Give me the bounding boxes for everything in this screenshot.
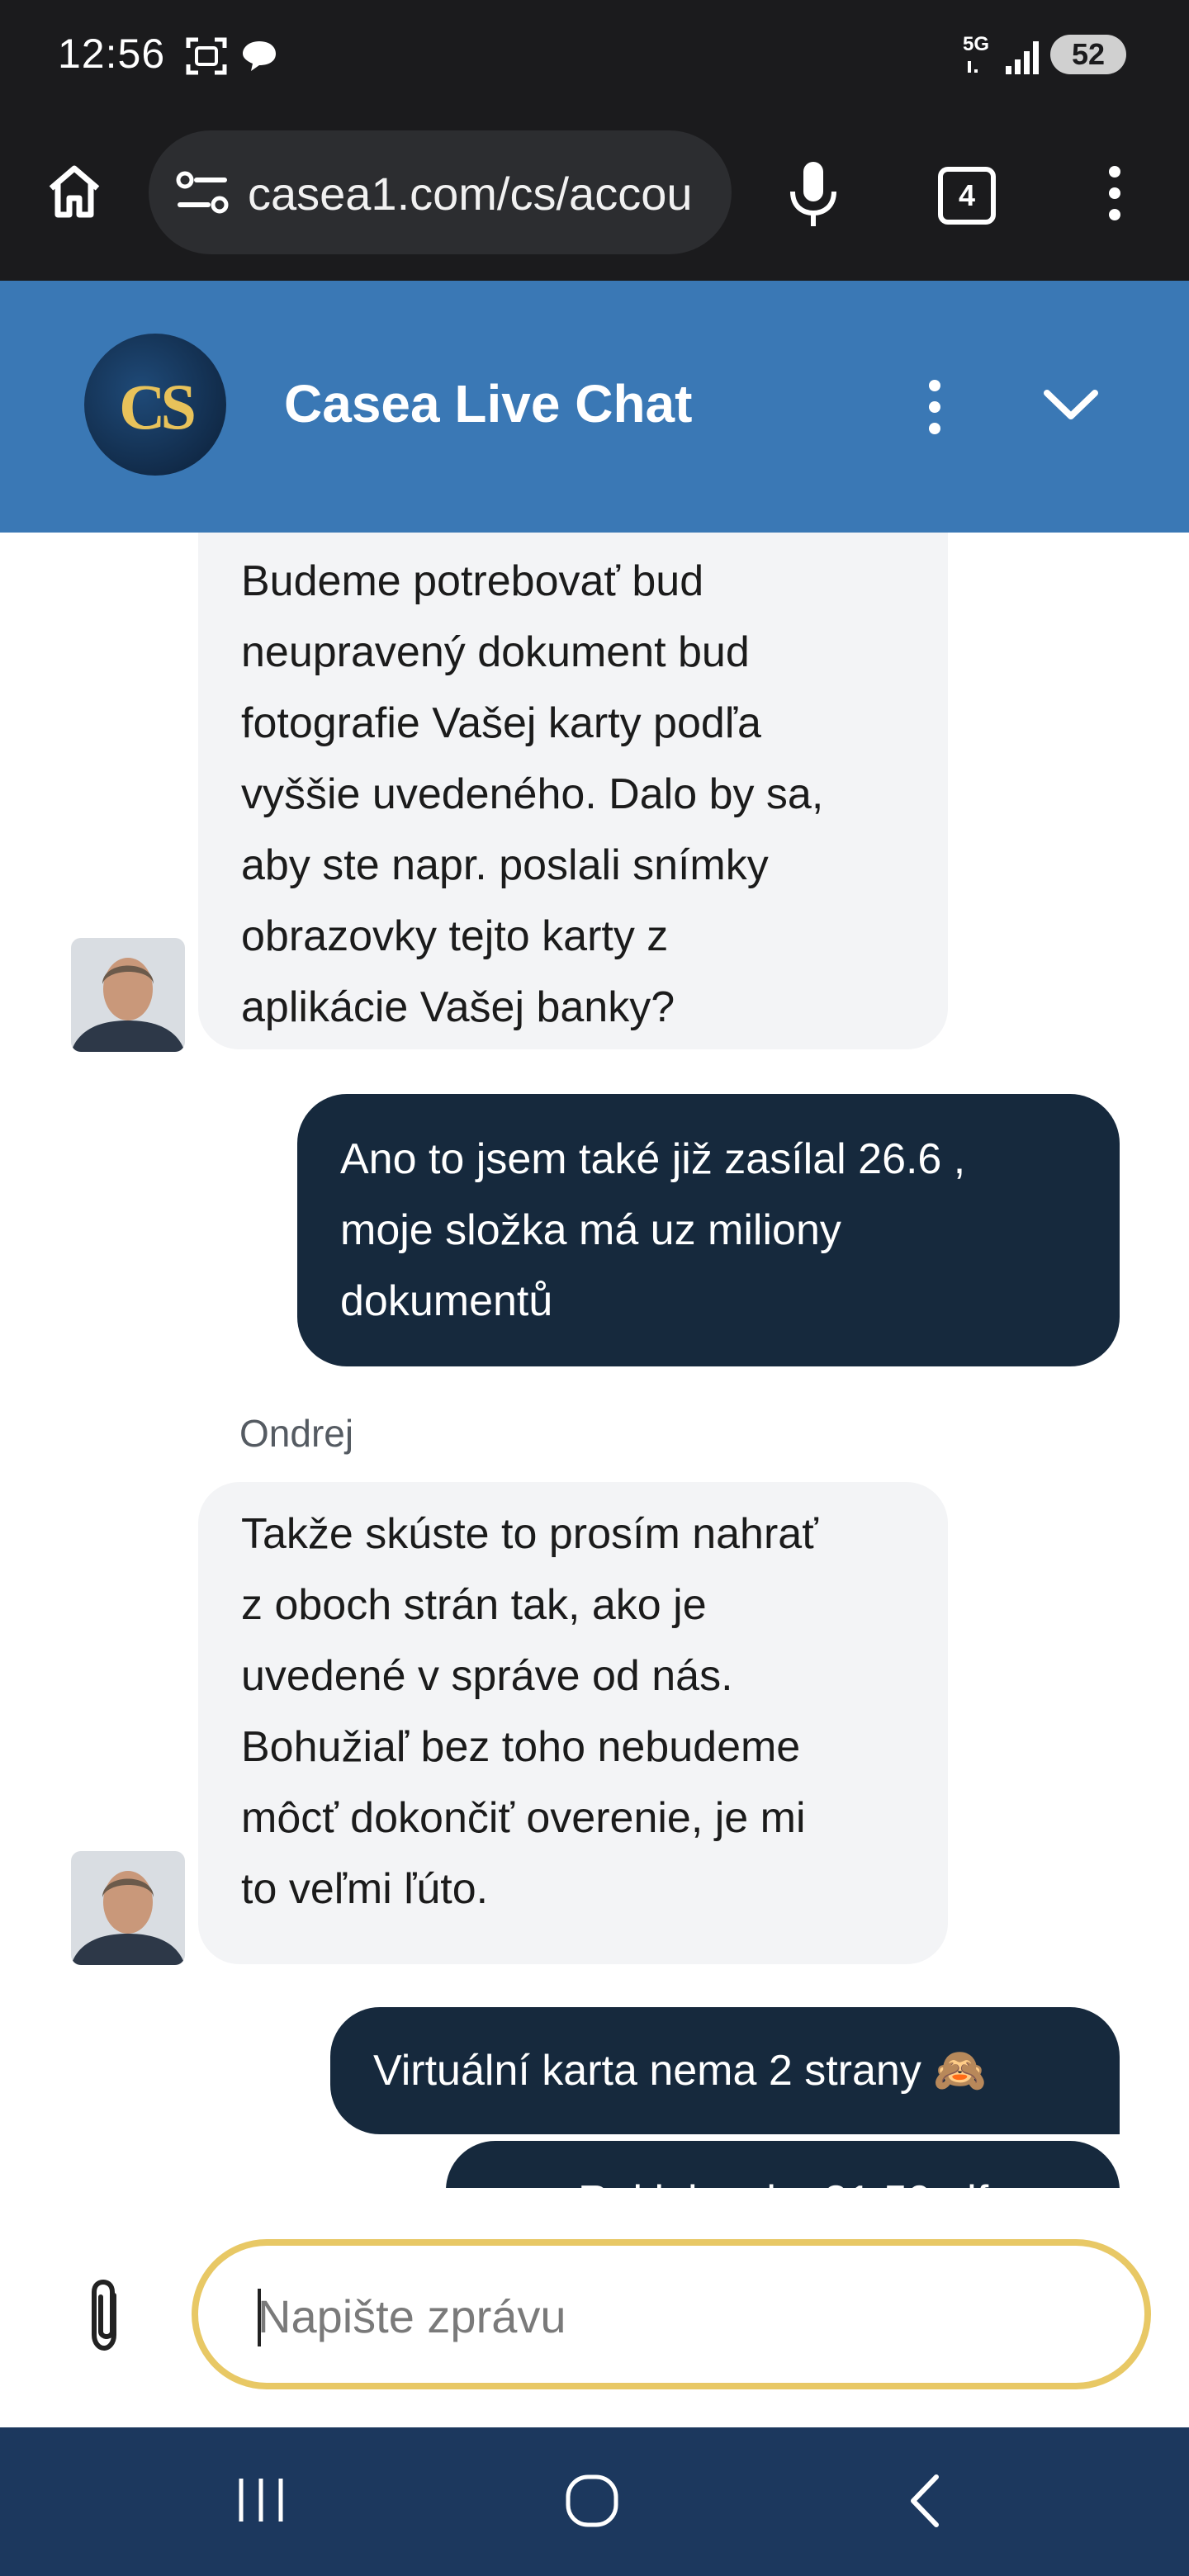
home-nav-icon[interactable] [563,2472,621,2530]
user-message: Reklakce ke 21.50 elf [446,2141,1120,2188]
message-line: vyššie uvedeného. Dalo by sa, [241,770,824,818]
chat-title: Casea Live Chat [284,374,693,433]
status-bar: 12:56 5G 52 [0,0,1189,116]
tab-switcher-button[interactable]: 4 [938,167,996,225]
microphone-icon[interactable] [784,159,842,233]
message-line: Bohužiaľ bez toho nebudeme [241,1723,801,1771]
attachment-paperclip-icon[interactable] [83,2277,126,2353]
message-line: môcť dokončiť overenie, je mi [241,1794,806,1842]
agent-avatar [71,1851,185,1965]
text-caret [258,2289,261,2346]
message-line: neupravený dokument bud [241,628,750,676]
logo-text: CS [119,371,197,443]
screenshot-icon [186,37,227,75]
message-input[interactable] [256,2282,1085,2350]
message-line: Virtuální karta nema 2 strany 🙈 [373,2047,988,2095]
message-line: fotografie Vašej karty podľa [241,699,761,747]
chat-menu-icon[interactable] [923,378,946,436]
home-icon[interactable] [43,160,106,223]
message-line: Budeme potrebovať bud [241,557,704,605]
message-line: dokumentů [340,1277,553,1325]
browser-toolbar: casea1.com/cs/accou 4 [0,116,1189,281]
back-nav-icon[interactable] [905,2472,943,2530]
message-line: aplikácie Vašej banky? [241,983,675,1031]
battery-indicator: 52 [1050,35,1126,74]
recent-apps-icon[interactable] [234,2474,287,2526]
message-line: to veľmi ľúto. [241,1865,489,1913]
signal-icon [968,41,1039,74]
message-line: moje složka má uz miliony [340,1206,841,1254]
agent-message: Budeme potrebovať bud neupravený dokumen… [198,533,948,1049]
chat-messages: Budeme potrebovať bud neupravený dokumen… [0,533,1189,2188]
message-line: z oboch strán tak, ako je [241,1581,707,1629]
composer [0,2188,1189,2427]
message-input-box[interactable] [192,2239,1151,2389]
message-line: Takže skúste to prosím nahrať [241,1510,818,1558]
message-line: obrazovky tejto karty z [241,912,669,960]
message-line: aby ste napr. poslali snímky [241,841,769,889]
collapse-chevron-icon[interactable] [1042,386,1100,423]
more-options-icon[interactable] [1103,163,1126,226]
message-line: uvedené v správe od nás. [241,1652,733,1700]
user-message: Ano to jsem také již zasílal 26.6 , moje… [297,1094,1120,1366]
site-settings-icon[interactable] [175,167,233,220]
sender-name: Ondrej [239,1412,354,1455]
chat-bubble-icon [243,41,276,71]
agent-avatar [71,938,185,1052]
casea-logo: CS [84,334,226,476]
url-bar[interactable]: casea1.com/cs/accou [149,130,732,254]
android-nav-bar [0,2427,1189,2576]
message-line: Reklakce ke 21.50 elf [578,2166,1077,2188]
message-line: Ano to jsem také již zasílal 26.6 , [340,1135,966,1183]
url-text: casea1.com/cs/accou [248,168,693,220]
chat-header: CS Casea Live Chat [0,281,1189,533]
user-message: Virtuální karta nema 2 strany 🙈 [330,2007,1120,2134]
agent-message: Takže skúste to prosím nahrať z oboch st… [198,1482,948,1964]
status-time: 12:56 [58,31,166,77]
